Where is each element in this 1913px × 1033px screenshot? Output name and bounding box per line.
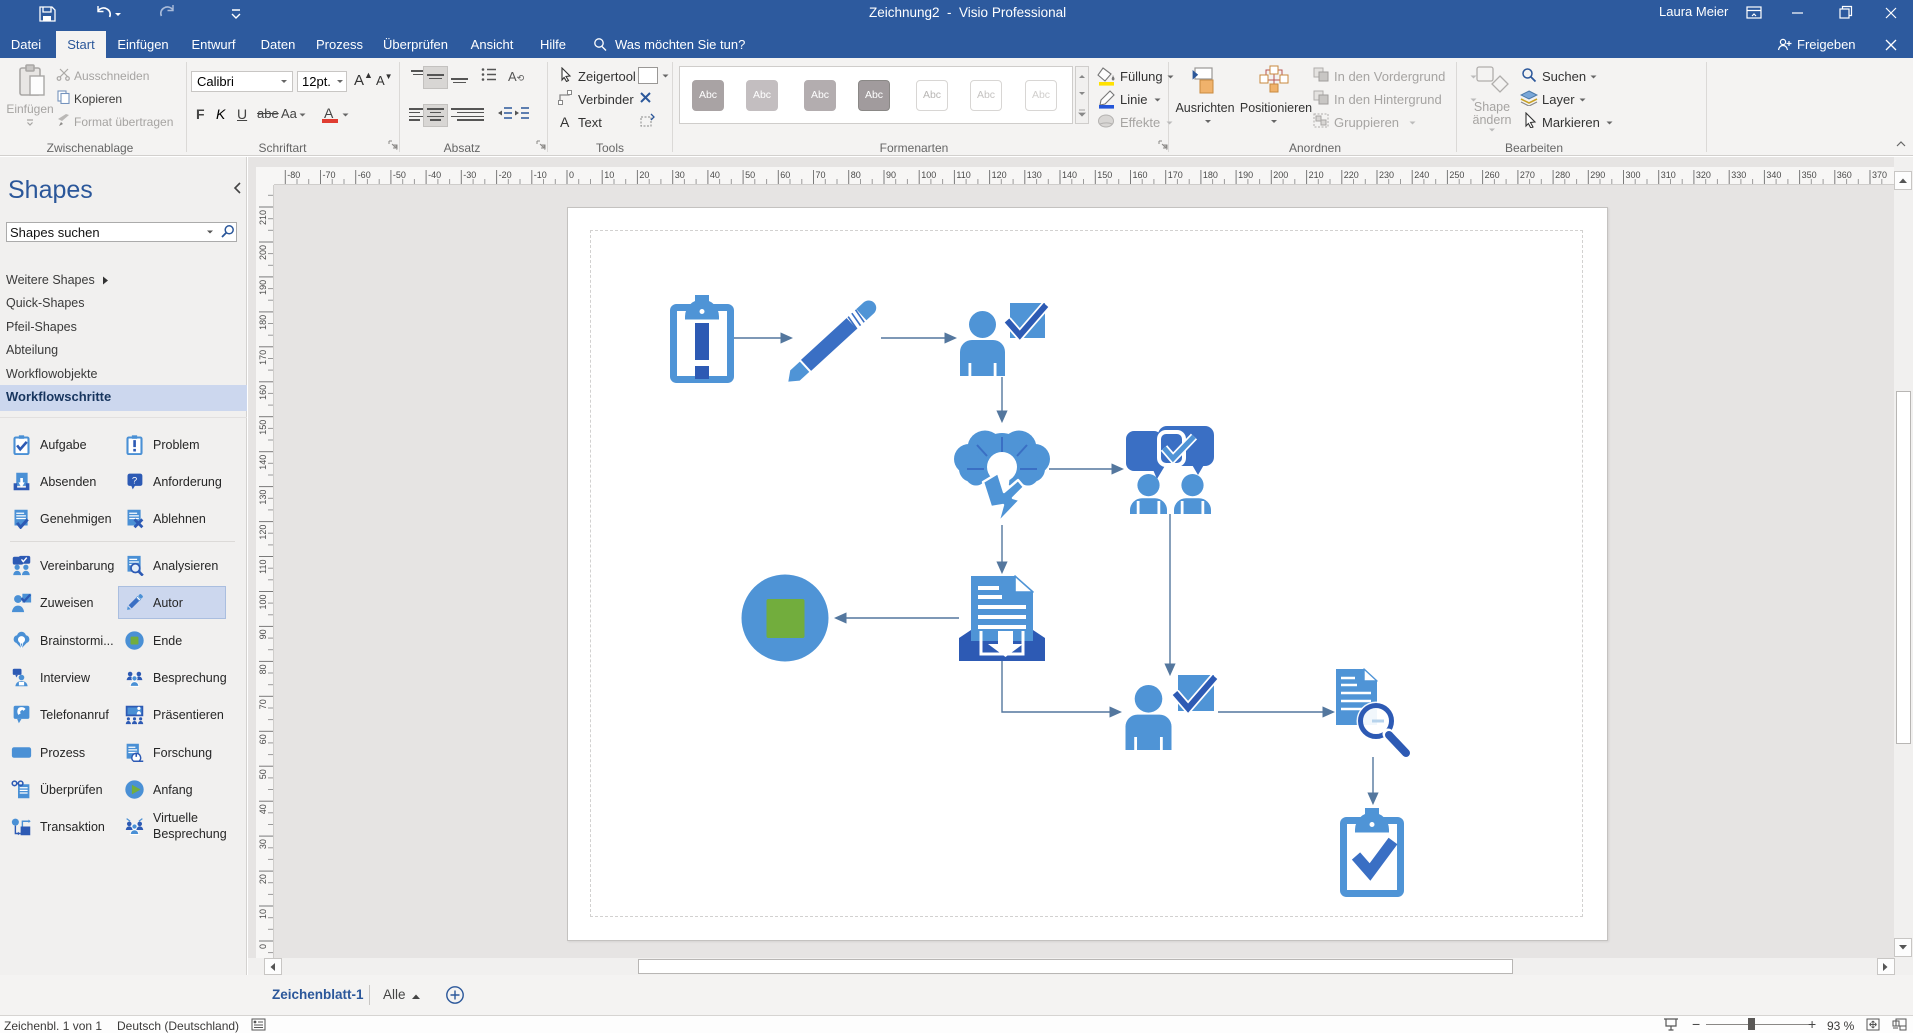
svg-text:370: 370 bbox=[1872, 170, 1887, 180]
svg-text:310: 310 bbox=[1661, 170, 1676, 180]
svg-text:210: 210 bbox=[258, 210, 268, 225]
svg-text:110: 110 bbox=[956, 170, 970, 180]
svg-text:20: 20 bbox=[258, 874, 268, 884]
svg-text:340: 340 bbox=[1766, 170, 1781, 180]
svg-text:-70: -70 bbox=[323, 170, 336, 180]
svg-text:10: 10 bbox=[604, 170, 614, 180]
svg-text:90: 90 bbox=[886, 170, 896, 180]
svg-text:190: 190 bbox=[258, 280, 268, 295]
svg-text:180: 180 bbox=[1203, 170, 1218, 180]
svg-text:180: 180 bbox=[258, 315, 268, 330]
svg-text:140: 140 bbox=[1062, 170, 1077, 180]
svg-text:220: 220 bbox=[1344, 170, 1359, 180]
svg-text:0: 0 bbox=[258, 944, 268, 949]
svg-text:140: 140 bbox=[258, 455, 268, 470]
svg-text:30: 30 bbox=[258, 839, 268, 849]
svg-text:50: 50 bbox=[258, 769, 268, 779]
svg-text:240: 240 bbox=[1414, 170, 1429, 180]
svg-text:130: 130 bbox=[258, 490, 268, 505]
svg-text:40: 40 bbox=[710, 170, 720, 180]
svg-text:320: 320 bbox=[1696, 170, 1711, 180]
svg-text:?: ? bbox=[132, 475, 137, 486]
svg-text:60: 60 bbox=[780, 170, 790, 180]
svg-text:90: 90 bbox=[258, 629, 268, 639]
svg-text:270: 270 bbox=[1520, 170, 1535, 180]
svg-text:350: 350 bbox=[1802, 170, 1817, 180]
svg-text:30: 30 bbox=[675, 170, 685, 180]
svg-text:20: 20 bbox=[639, 170, 649, 180]
svg-text:160: 160 bbox=[258, 385, 268, 400]
svg-text:-20: -20 bbox=[499, 170, 512, 180]
svg-text:-40: -40 bbox=[428, 170, 441, 180]
svg-text:160: 160 bbox=[1133, 170, 1148, 180]
svg-text:0: 0 bbox=[569, 170, 574, 180]
svg-text:170: 170 bbox=[1168, 170, 1183, 180]
svg-text:70: 70 bbox=[258, 699, 268, 709]
svg-text:280: 280 bbox=[1555, 170, 1570, 180]
svg-text:-60: -60 bbox=[358, 170, 371, 180]
svg-text:-50: -50 bbox=[393, 170, 406, 180]
svg-text:150: 150 bbox=[258, 420, 268, 435]
svg-text:200: 200 bbox=[1273, 170, 1288, 180]
svg-text:120: 120 bbox=[258, 525, 268, 540]
svg-text:190: 190 bbox=[1238, 170, 1253, 180]
svg-text:80: 80 bbox=[851, 170, 861, 180]
svg-text:60: 60 bbox=[258, 734, 268, 744]
svg-text:290: 290 bbox=[1590, 170, 1605, 180]
svg-text:50: 50 bbox=[745, 170, 755, 180]
svg-text:210: 210 bbox=[1309, 170, 1324, 180]
svg-text:-30: -30 bbox=[463, 170, 476, 180]
svg-text:70: 70 bbox=[816, 170, 826, 180]
svg-text:-10: -10 bbox=[534, 170, 547, 180]
svg-text:10: 10 bbox=[258, 909, 268, 919]
svg-text:200: 200 bbox=[258, 245, 268, 260]
svg-text:360: 360 bbox=[1837, 170, 1852, 180]
svg-text:330: 330 bbox=[1731, 170, 1746, 180]
svg-text:130: 130 bbox=[1027, 170, 1042, 180]
svg-text:100: 100 bbox=[258, 595, 268, 610]
svg-text:300: 300 bbox=[1626, 170, 1641, 180]
svg-text:260: 260 bbox=[1485, 170, 1500, 180]
svg-text:-80: -80 bbox=[287, 170, 300, 180]
svg-text:170: 170 bbox=[258, 350, 268, 365]
svg-text:40: 40 bbox=[258, 804, 268, 814]
svg-text:150: 150 bbox=[1097, 170, 1112, 180]
svg-text:80: 80 bbox=[258, 664, 268, 674]
svg-text:230: 230 bbox=[1379, 170, 1394, 180]
svg-text:100: 100 bbox=[921, 170, 936, 180]
svg-text:120: 120 bbox=[992, 170, 1007, 180]
svg-text:110: 110 bbox=[258, 560, 268, 574]
svg-text:250: 250 bbox=[1449, 170, 1464, 180]
